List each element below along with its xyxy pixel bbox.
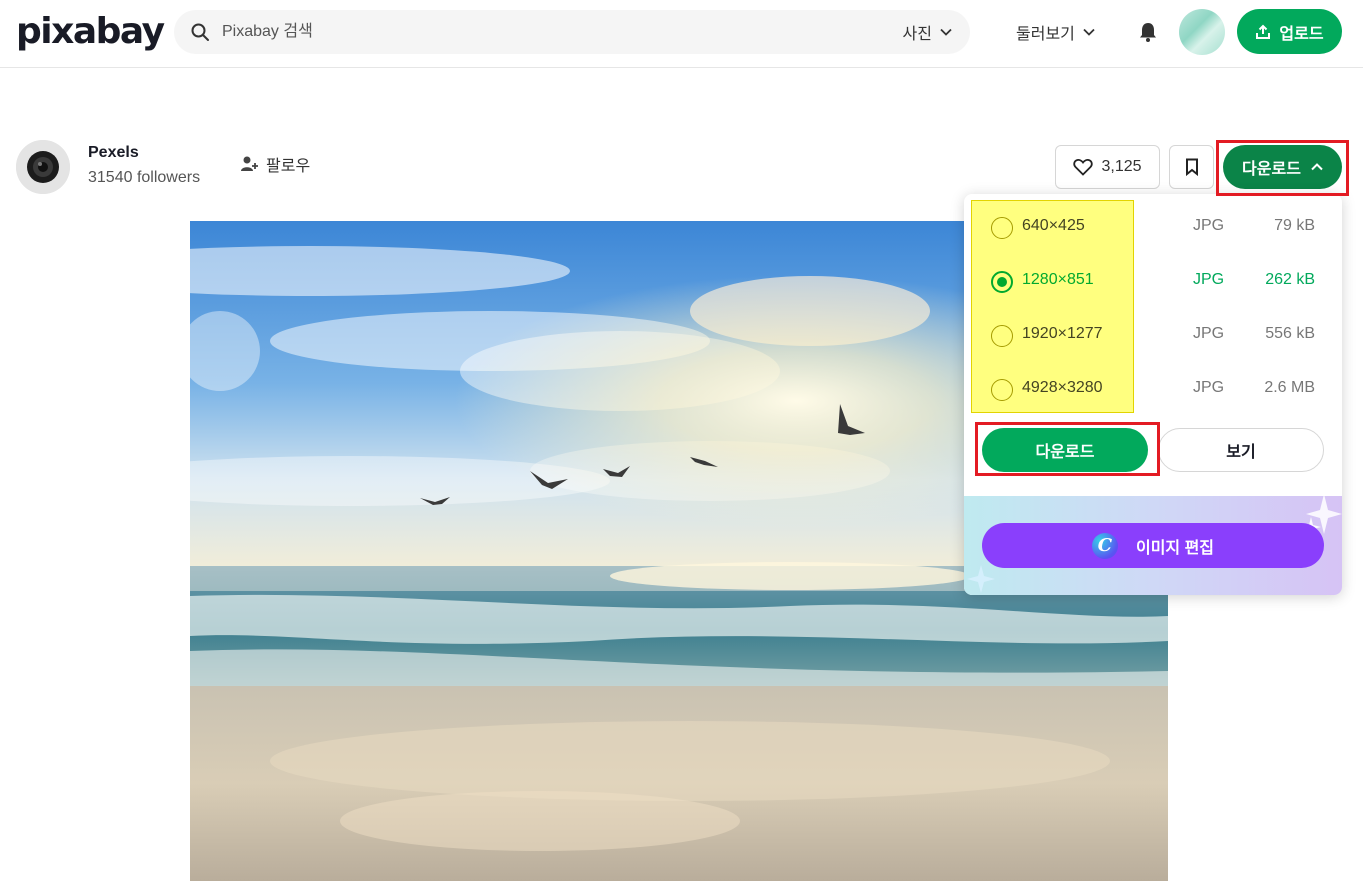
upload-icon — [1256, 24, 1271, 39]
option-dimensions: 640×425 — [1022, 217, 1085, 234]
download-button[interactable]: 다운로드 — [982, 428, 1148, 472]
chevron-down-icon — [1083, 28, 1095, 36]
option-format: JPG — [1193, 271, 1225, 288]
follow-button[interactable]: 팔로우 — [240, 152, 310, 176]
bookmark-button[interactable] — [1169, 145, 1214, 189]
download-dropdown: 640×425 JPG 79 kB 1280×851 JPG 262 kB 19… — [964, 194, 1342, 595]
edit-image-panel: C 이미지 편집 — [964, 494, 1342, 595]
radio-button[interactable] — [991, 379, 1013, 401]
chevron-up-icon — [1311, 163, 1323, 171]
like-button[interactable]: 3,125 — [1055, 145, 1160, 189]
upload-label: 업로드 — [1279, 25, 1324, 43]
option-filesize: 556 kB — [1265, 325, 1315, 342]
option-dimensions: 1920×1277 — [1022, 325, 1103, 342]
page: pixabay 사진 둘러보기 — [0, 0, 1363, 881]
bell-icon[interactable] — [1138, 21, 1158, 43]
size-option-4928[interactable]: 4928×3280 JPG 2.6 MB — [964, 360, 1342, 414]
search-input[interactable] — [222, 10, 822, 54]
chevron-down-icon — [940, 28, 952, 36]
canva-logo-icon: C — [1091, 532, 1118, 559]
search-type-label: 사진 — [902, 26, 932, 43]
search-type-select[interactable]: 사진 — [903, 10, 952, 54]
follow-label: 팔로우 — [266, 158, 311, 175]
camera-lens-icon — [16, 140, 70, 194]
user-avatar[interactable] — [1179, 9, 1225, 55]
option-dimensions: 1280×851 — [1022, 271, 1094, 288]
top-header: pixabay 사진 둘러보기 — [0, 0, 1363, 68]
author-name[interactable]: Pexels — [88, 144, 139, 162]
option-format: JPG — [1193, 325, 1225, 342]
like-count: 3,125 — [1101, 158, 1142, 175]
view-button[interactable]: 보기 — [1158, 428, 1324, 472]
edit-image-label: 이미지 편집 — [1135, 539, 1215, 557]
sparkle-icon — [967, 565, 995, 593]
bookmark-icon — [1185, 158, 1198, 176]
search-icon[interactable] — [190, 22, 210, 42]
option-filesize: 79 kB — [1274, 217, 1315, 234]
option-format: JPG — [1193, 217, 1225, 234]
add-user-icon — [241, 156, 258, 171]
radio-button[interactable] — [991, 325, 1013, 347]
author-followers: 31540 followers — [88, 169, 201, 186]
radio-button[interactable] — [991, 217, 1013, 239]
option-filesize: 262 kB — [1265, 271, 1315, 288]
download-toggle-label: 다운로드 — [1242, 161, 1301, 178]
heart-icon — [1073, 159, 1094, 176]
author-avatar[interactable] — [16, 140, 70, 194]
radio-button-selected[interactable] — [991, 271, 1013, 293]
option-filesize: 2.6 MB — [1264, 379, 1315, 396]
option-format: JPG — [1193, 379, 1225, 396]
explore-label: 둘러보기 — [1016, 26, 1075, 43]
pixabay-logo[interactable]: pixabay — [16, 10, 165, 54]
explore-menu[interactable]: 둘러보기 — [1016, 0, 1095, 64]
size-option-1920[interactable]: 1920×1277 JPG 556 kB — [964, 306, 1342, 360]
download-toggle-button[interactable]: 다운로드 — [1223, 145, 1342, 189]
search-bar: 사진 — [174, 10, 970, 54]
size-option-1280[interactable]: 1280×851 JPG 262 kB — [964, 252, 1342, 306]
size-option-640[interactable]: 640×425 JPG 79 kB — [964, 198, 1342, 252]
option-dimensions: 4928×3280 — [1022, 379, 1103, 396]
edit-image-button[interactable]: C 이미지 편집 — [982, 523, 1324, 568]
upload-button[interactable]: 업로드 — [1237, 9, 1342, 54]
